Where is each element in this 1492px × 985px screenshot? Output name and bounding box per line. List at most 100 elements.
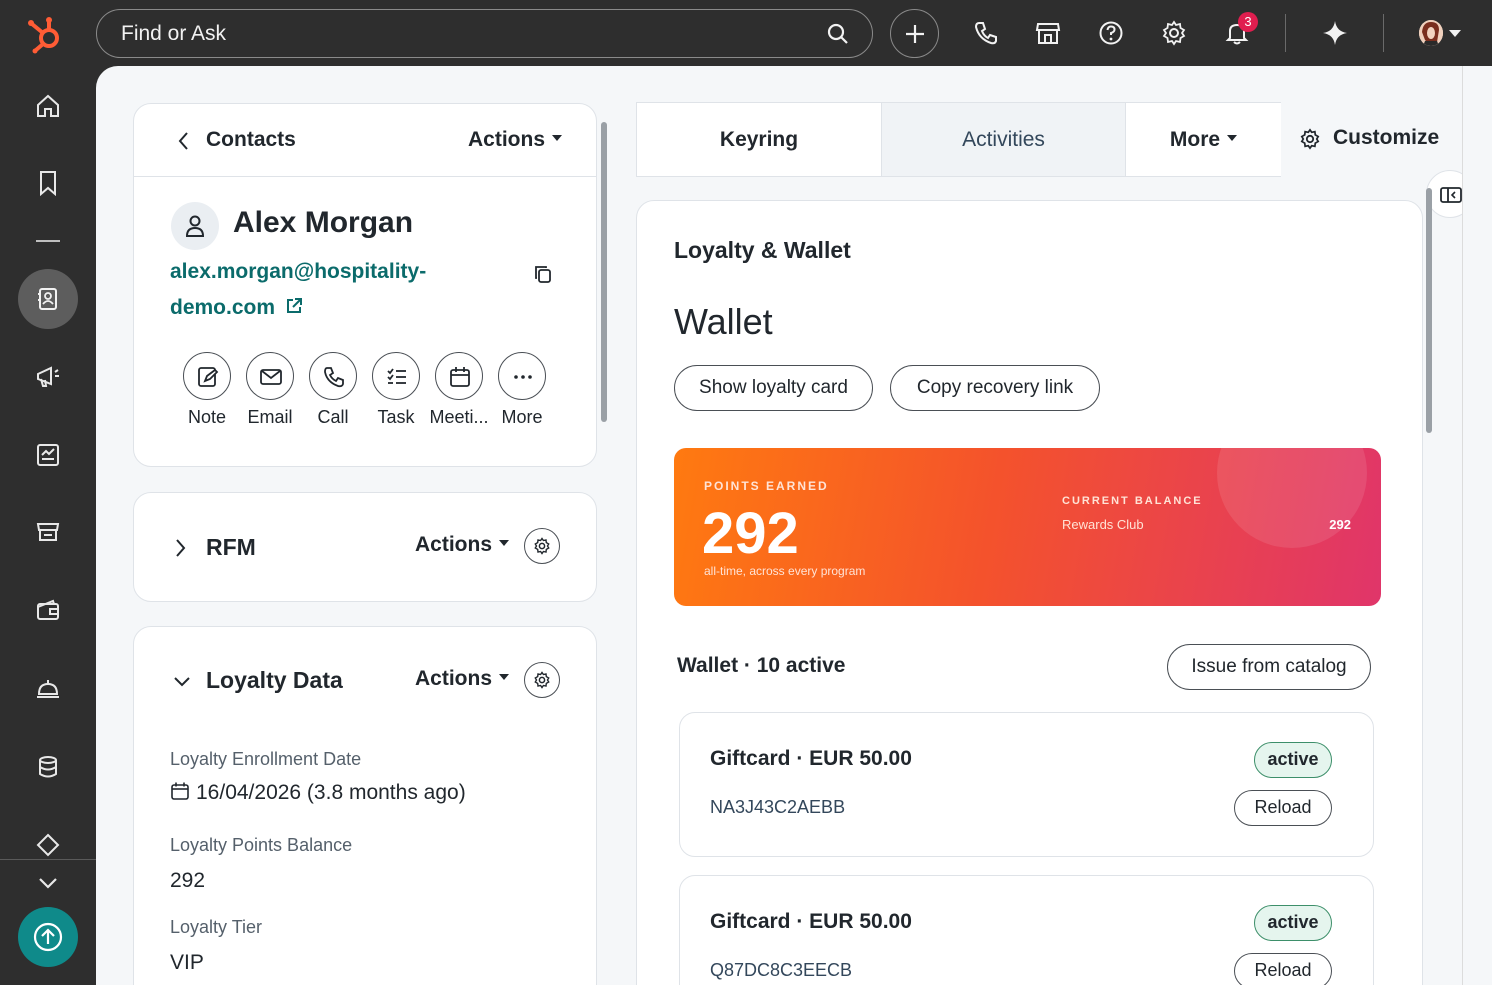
wallet-item: Giftcard · EUR 50.00 NA3J43C2AEBB active…	[679, 712, 1374, 857]
more-label: More	[501, 407, 543, 427]
customize-label: Customize	[1333, 126, 1440, 149]
settings-icon[interactable]	[1161, 20, 1187, 46]
bookmark-icon[interactable]	[35, 170, 61, 196]
chevron-right-icon[interactable]	[174, 537, 188, 559]
contact-avatar	[171, 202, 219, 250]
reload-button[interactable]: Reload	[1234, 790, 1332, 826]
add-button[interactable]	[890, 9, 939, 58]
scroll-to-top-button[interactable]	[18, 907, 78, 967]
top-bar: Find or Ask 3	[0, 0, 1492, 66]
call-label: Call	[317, 407, 349, 427]
giftcard-code: NA3J43C2AEBB	[710, 797, 846, 817]
caret-down-icon	[499, 674, 510, 681]
chevron-down-icon[interactable]	[172, 675, 192, 689]
help-icon[interactable]	[1098, 20, 1124, 46]
loyalty-tier-label: Loyalty Tier	[170, 917, 263, 937]
left-column-scrollbar[interactable]	[601, 106, 607, 985]
task-button[interactable]	[372, 352, 420, 400]
giftcard-title: Giftcard · EUR 50.00	[710, 910, 912, 933]
phone-icon	[324, 367, 344, 388]
rfm-title[interactable]: RFM	[206, 534, 256, 561]
tab-more[interactable]: More	[1126, 103, 1281, 176]
email-button[interactable]	[246, 352, 294, 400]
rfm-settings-button[interactable]	[524, 528, 560, 564]
copy-recovery-link-button[interactable]: Copy recovery link	[890, 365, 1100, 411]
back-to-contacts-link[interactable]: Contacts	[206, 128, 296, 152]
enrollment-date-value[interactable]: 16/04/2026 (3.8 months ago)	[170, 781, 466, 805]
home-icon[interactable]	[35, 93, 61, 119]
search-input[interactable]: Find or Ask	[96, 9, 873, 58]
contact-summary-card: Contacts Actions Alex Morgan alex.morgan…	[133, 103, 597, 467]
tab-keyring[interactable]: Keyring	[637, 103, 881, 176]
gear-icon	[534, 537, 550, 555]
rfm-actions-menu[interactable]: Actions	[415, 533, 510, 557]
wallet-icon[interactable]	[35, 598, 61, 624]
plus-icon	[906, 25, 924, 43]
issue-from-catalog-button[interactable]: Issue from catalog	[1167, 644, 1371, 690]
rfm-section: RFM Actions	[133, 492, 597, 602]
note-button[interactable]	[183, 352, 231, 400]
wallet-item: Giftcard · EUR 50.00 Q87DC8C3EECB active…	[679, 875, 1374, 985]
contact-email-link[interactable]: alex.morgan@hospitality-	[170, 260, 426, 284]
decorative-circle	[1217, 448, 1367, 548]
page-edge	[1462, 66, 1492, 985]
wallet-count: Wallet · 10 active	[677, 654, 846, 677]
task-icon	[387, 368, 406, 384]
commerce-icon[interactable]	[35, 520, 61, 546]
loyalty-data-section: Loyalty Data Actions Loyalty Enrollment …	[133, 626, 597, 985]
loyalty-actions-menu[interactable]: Actions	[415, 667, 510, 691]
contact-actions-menu[interactable]: Actions	[468, 128, 563, 152]
ellipsis-icon	[514, 375, 532, 379]
divider	[1383, 14, 1384, 52]
sidebar-collapse-icon	[1440, 187, 1462, 203]
reload-button[interactable]: Reload	[1234, 953, 1332, 985]
scrollbar-thumb[interactable]	[1426, 188, 1432, 433]
chevron-left-icon[interactable]	[176, 130, 190, 152]
ai-sparkle-icon[interactable]	[1322, 20, 1348, 46]
current-balance-label: CURRENT BALANCE	[1062, 495, 1203, 507]
note-icon	[198, 367, 219, 387]
arrow-up-icon	[33, 922, 63, 952]
data-icon[interactable]	[35, 754, 61, 780]
contacts-icon[interactable]	[35, 286, 61, 312]
status-badge: active	[1254, 742, 1332, 778]
copy-icon[interactable]	[533, 264, 553, 284]
expand-icon[interactable]	[35, 870, 61, 896]
points-summary-card: POINTS EARNED 292 all-time, across every…	[674, 448, 1381, 606]
account-menu-caret[interactable]	[1449, 30, 1461, 37]
meeting-button[interactable]	[435, 352, 483, 400]
service-icon[interactable]	[35, 676, 61, 702]
points-balance-value[interactable]: 292	[170, 869, 205, 893]
email-icon	[260, 369, 282, 385]
external-link-icon	[286, 298, 302, 313]
call-button[interactable]	[309, 352, 357, 400]
program-balance: 292	[1329, 517, 1351, 532]
search-icon[interactable]	[826, 22, 850, 46]
automation-icon[interactable]	[35, 832, 61, 858]
marketing-icon[interactable]	[35, 364, 61, 390]
contact-email-link-cont[interactable]: demo.com	[170, 296, 303, 320]
loyalty-settings-button[interactable]	[524, 662, 560, 698]
points-earned-subtext: all-time, across every program	[704, 564, 866, 578]
scrollbar-thumb[interactable]	[601, 122, 607, 422]
note-label: Note	[187, 407, 227, 427]
phone-icon[interactable]	[973, 20, 999, 46]
loyalty-tier-value[interactable]: VIP	[170, 951, 204, 975]
record-content: Contacts Actions Alex Morgan alex.morgan…	[96, 66, 1462, 985]
tab-activities[interactable]: Activities	[881, 103, 1126, 176]
show-loyalty-card-button[interactable]: Show loyalty card	[674, 365, 873, 411]
hubspot-logo-icon[interactable]	[24, 14, 66, 54]
search-placeholder: Find or Ask	[121, 22, 227, 45]
marketplace-icon[interactable]	[1035, 20, 1061, 46]
loyalty-data-title[interactable]: Loyalty Data	[206, 667, 343, 694]
caret-down-icon	[499, 540, 510, 547]
content-icon[interactable]	[35, 442, 61, 468]
program-name: Rewards Club	[1062, 517, 1144, 532]
giftcard-title: Giftcard · EUR 50.00	[710, 747, 912, 770]
email-domain: demo.com	[170, 296, 276, 319]
more-actions-button[interactable]	[498, 352, 546, 400]
user-avatar[interactable]	[1419, 20, 1443, 46]
right-column-scrollbar[interactable]	[1426, 188, 1432, 438]
actions-label: Actions	[415, 667, 493, 690]
notification-count-badge: 3	[1238, 12, 1258, 32]
